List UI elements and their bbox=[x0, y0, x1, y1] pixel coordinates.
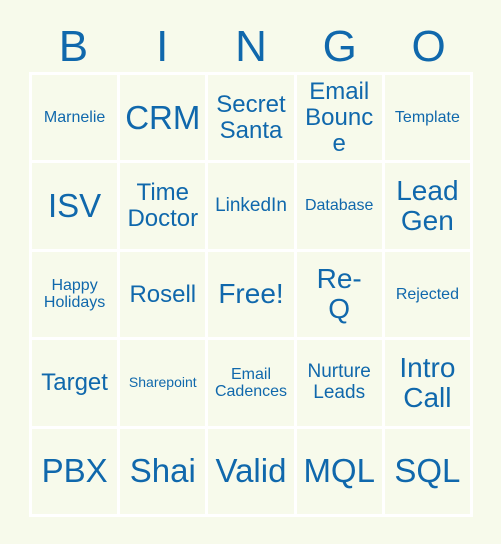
bingo-cell-secret-santa[interactable]: Secret Santa bbox=[208, 75, 294, 161]
bingo-header-letter-o: O bbox=[411, 22, 446, 71]
bingo-cell-linkedin[interactable]: LinkedIn bbox=[208, 163, 294, 249]
bingo-cell-label: Template bbox=[394, 109, 460, 127]
bingo-cell-re-q[interactable]: Re- Q bbox=[296, 251, 382, 338]
bingo-cell-valid[interactable]: Valid bbox=[208, 428, 294, 514]
bingo-cell-label: Happy Holidays bbox=[43, 277, 106, 312]
bingo-header-row: BINGO bbox=[29, 22, 473, 72]
bingo-cell-shai[interactable]: Shai bbox=[120, 428, 206, 514]
bingo-cell-lead-gen[interactable]: Lead Gen bbox=[384, 163, 470, 249]
bingo-cell-sharepoint[interactable]: Sharepoint bbox=[120, 340, 206, 426]
bingo-cell-label: Nurture Leads bbox=[307, 361, 371, 403]
bingo-cell-database[interactable]: Database bbox=[296, 163, 382, 249]
bingo-cell-label: Rosell bbox=[129, 280, 197, 308]
bingo-cell-email-cadences[interactable]: Email Cadences bbox=[208, 340, 294, 426]
bingo-cell-target[interactable]: Target bbox=[32, 340, 118, 426]
bingo-cell-label: Rejected bbox=[395, 285, 459, 303]
bingo-grid: Marnelie CRM Secret Santa Email Bounce Templ… bbox=[29, 72, 473, 517]
bingo-cell-email-bounce[interactable]: Email Bounce bbox=[296, 75, 382, 161]
bingo-cell-nurture-leads[interactable]: Nurture Leads bbox=[296, 340, 382, 426]
bingo-cell-time-doctor[interactable]: Time Doctor bbox=[120, 163, 206, 249]
bingo-cell-label: MQL bbox=[303, 452, 375, 490]
bingo-cell-happy-holidays[interactable]: Happy Holidays bbox=[32, 251, 118, 338]
bingo-header-letter-i: I bbox=[156, 22, 169, 71]
bingo-cell-marnelie[interactable]: Marnelie bbox=[32, 75, 118, 161]
bingo-cell-crm[interactable]: CRM bbox=[120, 75, 206, 161]
bingo-cell-label: Database bbox=[304, 197, 374, 215]
bingo-header-letter-b: B bbox=[58, 22, 89, 71]
bingo-cell-label: Target bbox=[41, 368, 108, 396]
bingo-cell-template[interactable]: Template bbox=[384, 75, 470, 161]
bingo-header-letter-g: G bbox=[322, 22, 357, 71]
bingo-cell-label: Re- Q bbox=[316, 263, 362, 325]
bingo-cell-intro-call[interactable]: Intro Call bbox=[384, 340, 470, 426]
bingo-cell-mql[interactable]: MQL bbox=[296, 428, 382, 514]
bingo-cell-label: LinkedIn bbox=[215, 194, 287, 216]
bingo-cell-label: Marnelie bbox=[43, 109, 106, 127]
bingo-cell-pbx[interactable]: PBX bbox=[32, 428, 118, 514]
bingo-cell-label: Lead Gen bbox=[396, 174, 459, 237]
bingo-cell-label: Intro Call bbox=[399, 351, 456, 413]
bingo-cell-sql[interactable]: SQL bbox=[384, 428, 470, 514]
bingo-cell-label: PBX bbox=[41, 452, 108, 490]
bingo-cell-label: Shai bbox=[129, 452, 196, 490]
bingo-cell-label: ISV bbox=[47, 187, 102, 225]
bingo-cell-label: Secret Santa bbox=[216, 90, 286, 144]
bingo-cell-label: SQL bbox=[394, 452, 461, 490]
bingo-cell-label: Email Bounce bbox=[305, 77, 374, 157]
bingo-cell-label: Valid bbox=[215, 452, 287, 490]
bingo-cell-free[interactable]: Free! bbox=[208, 251, 294, 338]
bingo-cell-label: Email Cadences bbox=[214, 365, 288, 400]
bingo-cell-label: Sharepoint bbox=[128, 374, 197, 391]
bingo-cell-label: Free! bbox=[218, 278, 284, 310]
bingo-cell-label: Time Doctor bbox=[127, 179, 199, 233]
bingo-header-letter-n: N bbox=[235, 22, 267, 71]
bingo-cell-rosell[interactable]: Rosell bbox=[120, 251, 206, 338]
bingo-cell-rejected[interactable]: Rejected bbox=[384, 251, 470, 338]
bingo-card: B I N G O Marnelie CRM Secret Santa Email Bounc… bbox=[0, 0, 501, 544]
bingo-cell-isv[interactable]: ISV bbox=[32, 163, 118, 249]
bingo-cell-label: CRM bbox=[125, 98, 201, 136]
